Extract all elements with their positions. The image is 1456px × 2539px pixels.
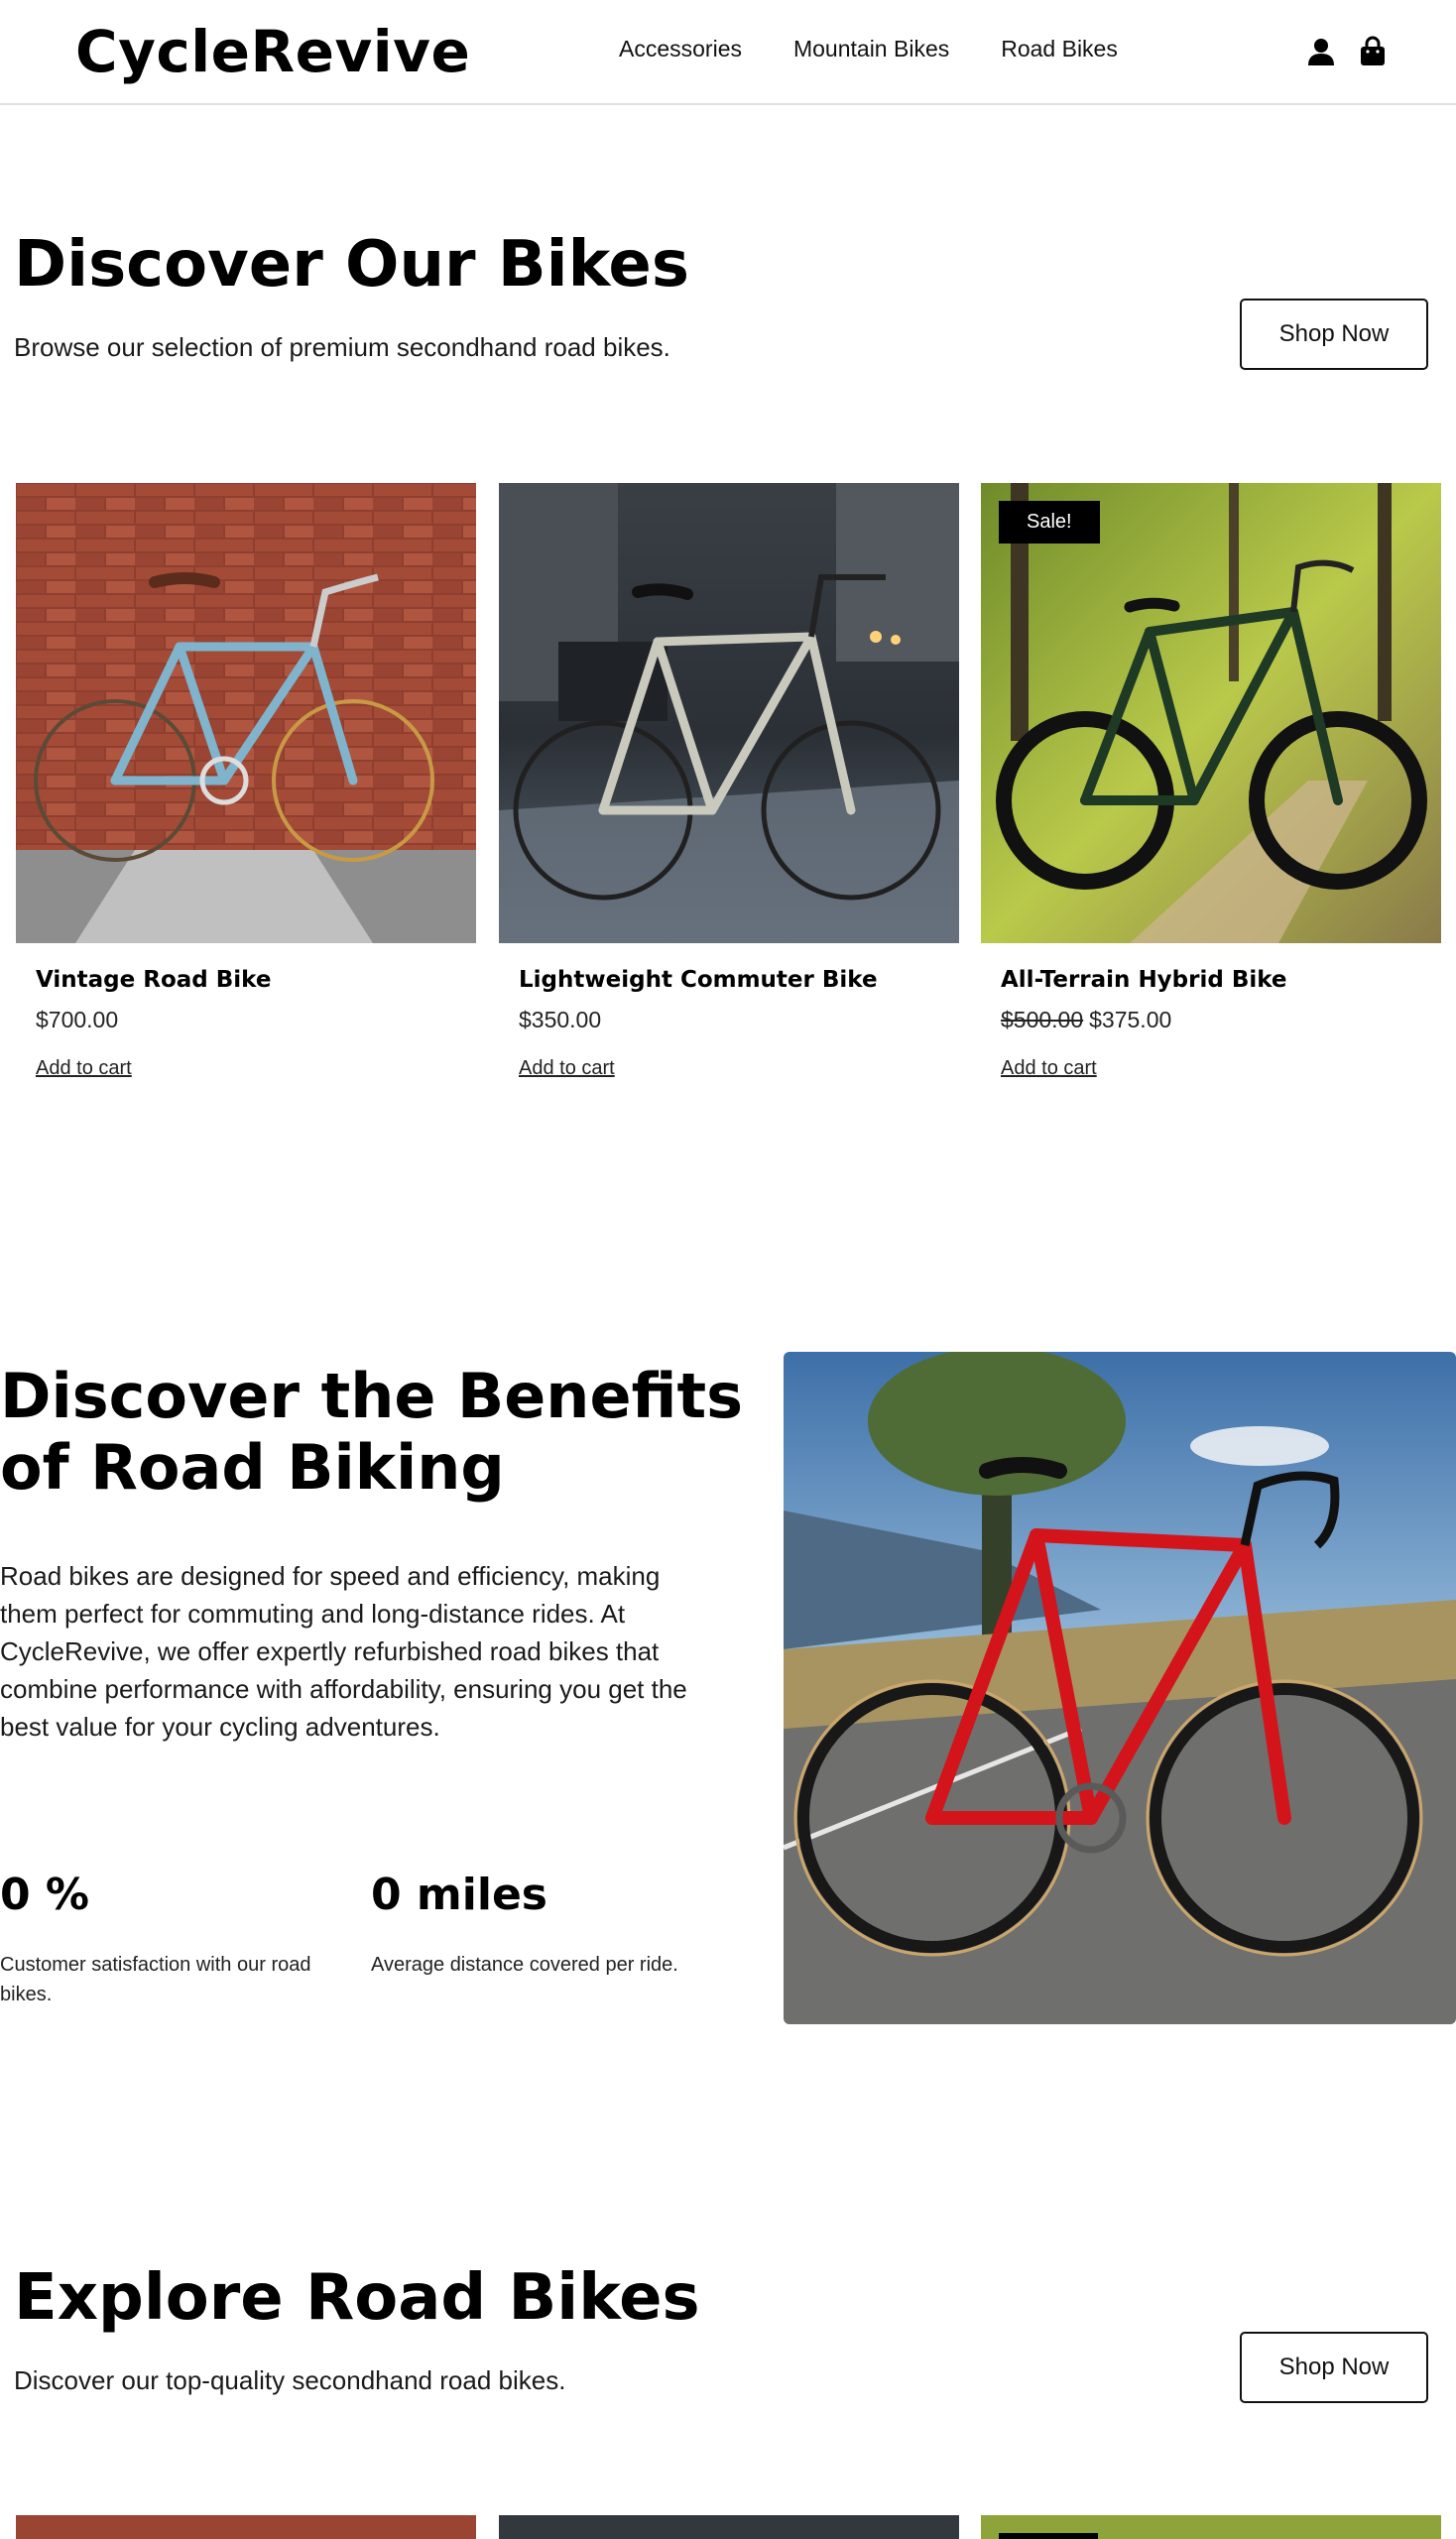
stat-label: Customer satisfaction with our road bike… bbox=[0, 1954, 311, 2005]
stat-satisfaction: 0 % Customer satisfaction with our road … bbox=[0, 1870, 317, 2009]
stat-label: Average distance covered per ride. bbox=[371, 1954, 678, 1976]
stat-value: 0 miles bbox=[371, 1870, 547, 1920]
road-bike-image bbox=[784, 1352, 1456, 2024]
stat-value: 0 % bbox=[0, 1870, 90, 1920]
add-to-cart-link[interactable]: Add to cart bbox=[36, 1057, 132, 1080]
explore-title: Explore Road Bikes bbox=[14, 2261, 700, 2335]
discover-title: Discover Our Bikes bbox=[14, 228, 689, 302]
user-icon[interactable] bbox=[1305, 36, 1337, 67]
nav-link-mountain-bikes[interactable]: Mountain Bikes bbox=[793, 36, 949, 62]
product-name[interactable]: All-Terrain Hybrid Bike bbox=[1001, 967, 1441, 993]
discover-subtitle: Browse our selection of premium secondha… bbox=[14, 332, 670, 362]
product-price: $350.00 bbox=[519, 1007, 959, 1033]
product-image[interactable] bbox=[499, 2515, 959, 2539]
stat-distance: 0 miles Average distance covered per rid… bbox=[371, 1870, 728, 1980]
product-card-vintage-road-bike: Vintage Road Bike $700.00 Add to cart bbox=[16, 483, 476, 1080]
product-price: $500.00 $375.00 bbox=[1001, 1007, 1441, 1033]
add-to-cart-link[interactable]: Add to cart bbox=[1001, 1057, 1097, 1080]
product-image[interactable] bbox=[16, 483, 476, 943]
main-nav: Accessories Mountain Bikes Road Bikes bbox=[619, 36, 1118, 62]
benefits-title-line2: of Road Biking bbox=[0, 1431, 505, 1504]
price-current: $350.00 bbox=[519, 1007, 602, 1032]
product-card-all-terrain-hybrid-bike: Sale! All-Terrain Hybrid Bike $500.00 $37… bbox=[981, 483, 1441, 1080]
site-logo[interactable]: CycleRevive bbox=[75, 18, 470, 85]
sale-badge bbox=[999, 2533, 1098, 2539]
shop-now-button[interactable]: Shop Now bbox=[1240, 2332, 1428, 2403]
product-card-lightweight-commuter-bike: Lightweight Commuter Bike $350.00 Add to… bbox=[499, 483, 959, 1080]
price-current: $375.00 bbox=[1089, 1007, 1172, 1032]
product-name[interactable]: Vintage Road Bike bbox=[36, 967, 476, 993]
product-image[interactable] bbox=[16, 2515, 476, 2539]
price-original: $500.00 bbox=[1001, 1007, 1084, 1032]
site-header: CycleRevive Accessories Mountain Bikes R… bbox=[0, 0, 1456, 105]
product-name[interactable]: Lightweight Commuter Bike bbox=[519, 967, 959, 993]
price-current: $700.00 bbox=[36, 1007, 119, 1032]
benefits-description: Road bikes are designed for speed and ef… bbox=[0, 1561, 687, 1742]
product-image[interactable] bbox=[981, 2515, 1441, 2539]
shopping-bag-icon[interactable] bbox=[1357, 36, 1389, 67]
product-image[interactable] bbox=[499, 483, 959, 943]
nav-link-road-bikes[interactable]: Road Bikes bbox=[1001, 36, 1118, 62]
nav-link-accessories[interactable]: Accessories bbox=[619, 36, 742, 62]
benefits-title-line1: Discover the Benefits bbox=[0, 1360, 743, 1432]
shop-now-button[interactable]: Shop Now bbox=[1240, 299, 1428, 370]
sale-badge: Sale! bbox=[999, 501, 1100, 544]
benefits-title: Discover the Benefits of Road Biking bbox=[0, 1361, 743, 1504]
product-price: $700.00 bbox=[36, 1007, 476, 1033]
add-to-cart-link[interactable]: Add to cart bbox=[519, 1057, 615, 1080]
explore-subtitle: Discover our top-quality secondhand road… bbox=[14, 2365, 566, 2395]
product-image[interactable]: Sale! bbox=[981, 483, 1441, 943]
